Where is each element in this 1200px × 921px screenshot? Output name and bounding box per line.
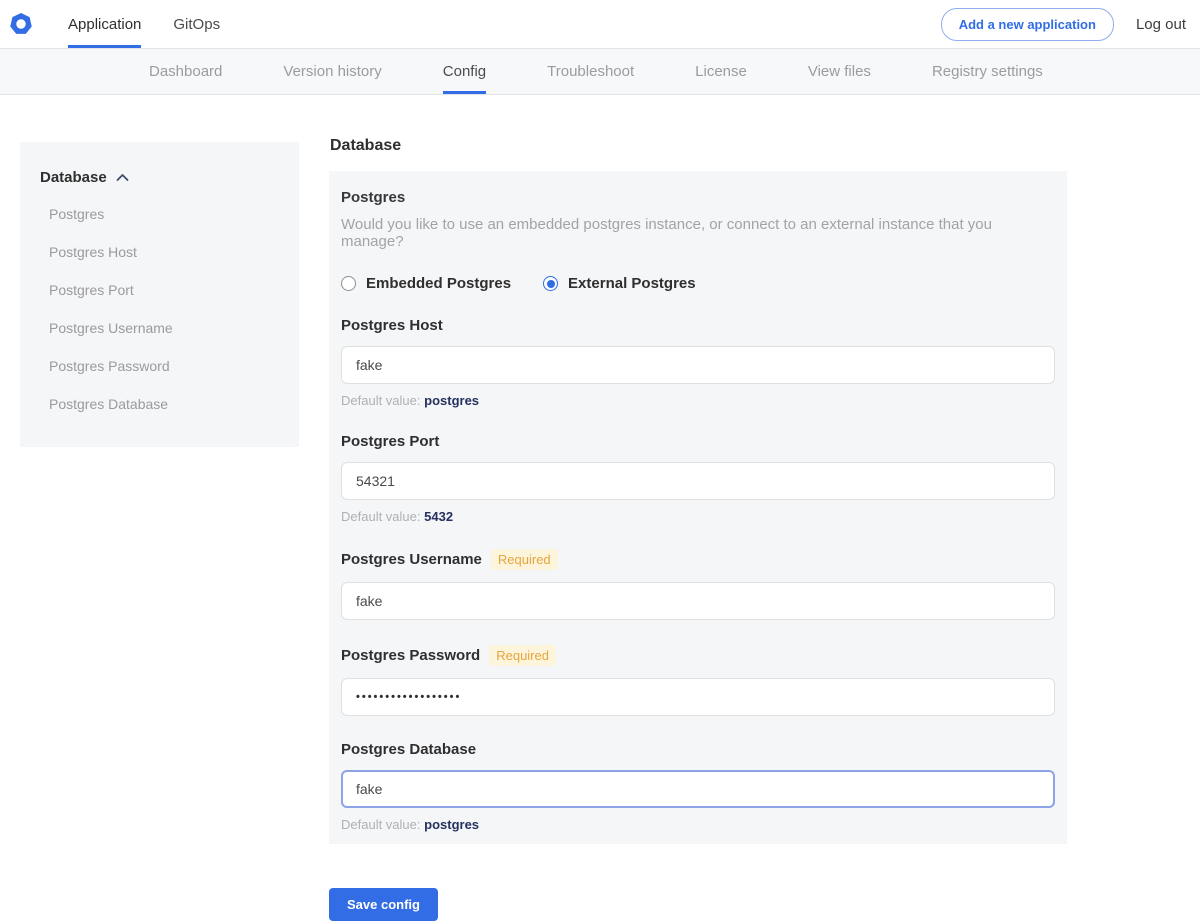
postgres-database-input[interactable]: [341, 770, 1055, 808]
sidebar-item-postgres[interactable]: Postgres: [20, 195, 299, 233]
postgres-host-default: Default value: postgres: [341, 393, 1055, 408]
postgres-host-input[interactable]: [341, 346, 1055, 384]
postgres-host-label: Postgres Host: [341, 317, 1055, 334]
postgres-group-label: Postgres: [341, 189, 1055, 206]
postgres-port-default: Default value: 5432: [341, 509, 1055, 524]
chevron-up-icon: [116, 173, 129, 182]
page-content: Database Postgres Postgres Host Postgres…: [0, 95, 1200, 921]
subnav-item-registry-settings[interactable]: Registry settings: [932, 49, 1043, 94]
postgres-password-label: Postgres Password Required: [341, 645, 1055, 666]
postgres-radio-group: Embedded Postgres External Postgres: [341, 275, 1055, 292]
subnav-item-view-files[interactable]: View files: [808, 49, 871, 94]
sidebar-item-list: Postgres Postgres Host Postgres Port Pos…: [20, 195, 299, 423]
field-label-text: Postgres Username: [341, 551, 482, 568]
heptagon-ring-icon: [10, 13, 32, 35]
subnav-item-troubleshoot[interactable]: Troubleshoot: [547, 49, 634, 94]
postgres-port-label: Postgres Port: [341, 433, 1055, 450]
postgres-database-default: Default value: postgres: [341, 817, 1055, 832]
default-value-text: postgres: [424, 393, 479, 408]
subnav-item-version-history[interactable]: Version history: [283, 49, 381, 94]
default-value-text: 5432: [424, 509, 453, 524]
postgres-username-input[interactable]: [341, 582, 1055, 620]
config-group-panel: Postgres Would you like to use an embedd…: [329, 171, 1067, 844]
sidebar-group-label: Database: [40, 169, 107, 186]
postgres-database-label: Postgres Database: [341, 741, 1055, 758]
default-label-text: Default value:: [341, 509, 421, 524]
sidebar-item-postgres-port[interactable]: Postgres Port: [20, 271, 299, 309]
external-postgres-radio-label: External Postgres: [568, 275, 696, 292]
field-label-text: Postgres Host: [341, 317, 443, 334]
add-new-application-button[interactable]: Add a new application: [941, 8, 1114, 41]
sidebar-item-postgres-username[interactable]: Postgres Username: [20, 309, 299, 347]
subnav-item-config[interactable]: Config: [443, 49, 486, 94]
field-label-text: Postgres Database: [341, 741, 476, 758]
sidebar-item-postgres-password[interactable]: Postgres Password: [20, 347, 299, 385]
top-header: Application GitOps Add a new application…: [0, 0, 1200, 48]
config-sidebar: Database Postgres Postgres Host Postgres…: [20, 142, 299, 447]
app-subnav: Dashboard Version history Config Trouble…: [0, 48, 1200, 95]
logout-link[interactable]: Log out: [1136, 16, 1186, 33]
field-label-text: Postgres Password: [341, 647, 480, 664]
header-right: Add a new application Log out: [941, 0, 1200, 48]
embedded-postgres-radio-label: Embedded Postgres: [366, 275, 511, 292]
default-label-text: Default value:: [341, 817, 421, 832]
postgres-password-input[interactable]: [341, 678, 1055, 716]
radio-selected-icon: [543, 276, 558, 291]
tab-gitops[interactable]: GitOps: [173, 0, 220, 48]
subnav-item-license[interactable]: License: [695, 49, 747, 94]
section-title: Database: [330, 137, 1067, 155]
field-label-text: Postgres Port: [341, 433, 439, 450]
sidebar-group-database[interactable]: Database: [20, 169, 299, 186]
tab-application-label: Application: [68, 16, 141, 33]
postgres-help-text: Would you like to use an embedded postgr…: [341, 216, 1055, 250]
app-logo-icon: [10, 13, 32, 35]
tab-gitops-label: GitOps: [173, 16, 220, 33]
required-badge: Required: [491, 549, 558, 570]
subnav-item-dashboard[interactable]: Dashboard: [149, 49, 222, 94]
default-label-text: Default value:: [341, 393, 421, 408]
radio-unselected-icon: [341, 276, 356, 291]
default-value-text: postgres: [424, 817, 479, 832]
config-main: Database Postgres Would you like to use …: [329, 137, 1067, 921]
sidebar-item-postgres-database[interactable]: Postgres Database: [20, 385, 299, 423]
embedded-postgres-radio[interactable]: Embedded Postgres: [341, 275, 511, 292]
external-postgres-radio[interactable]: External Postgres: [543, 275, 696, 292]
sidebar-item-postgres-host[interactable]: Postgres Host: [20, 233, 299, 271]
required-badge: Required: [489, 645, 556, 666]
postgres-username-label: Postgres Username Required: [341, 549, 1055, 570]
postgres-port-input[interactable]: [341, 462, 1055, 500]
save-config-button[interactable]: Save config: [329, 888, 438, 921]
tab-application[interactable]: Application: [68, 0, 141, 48]
